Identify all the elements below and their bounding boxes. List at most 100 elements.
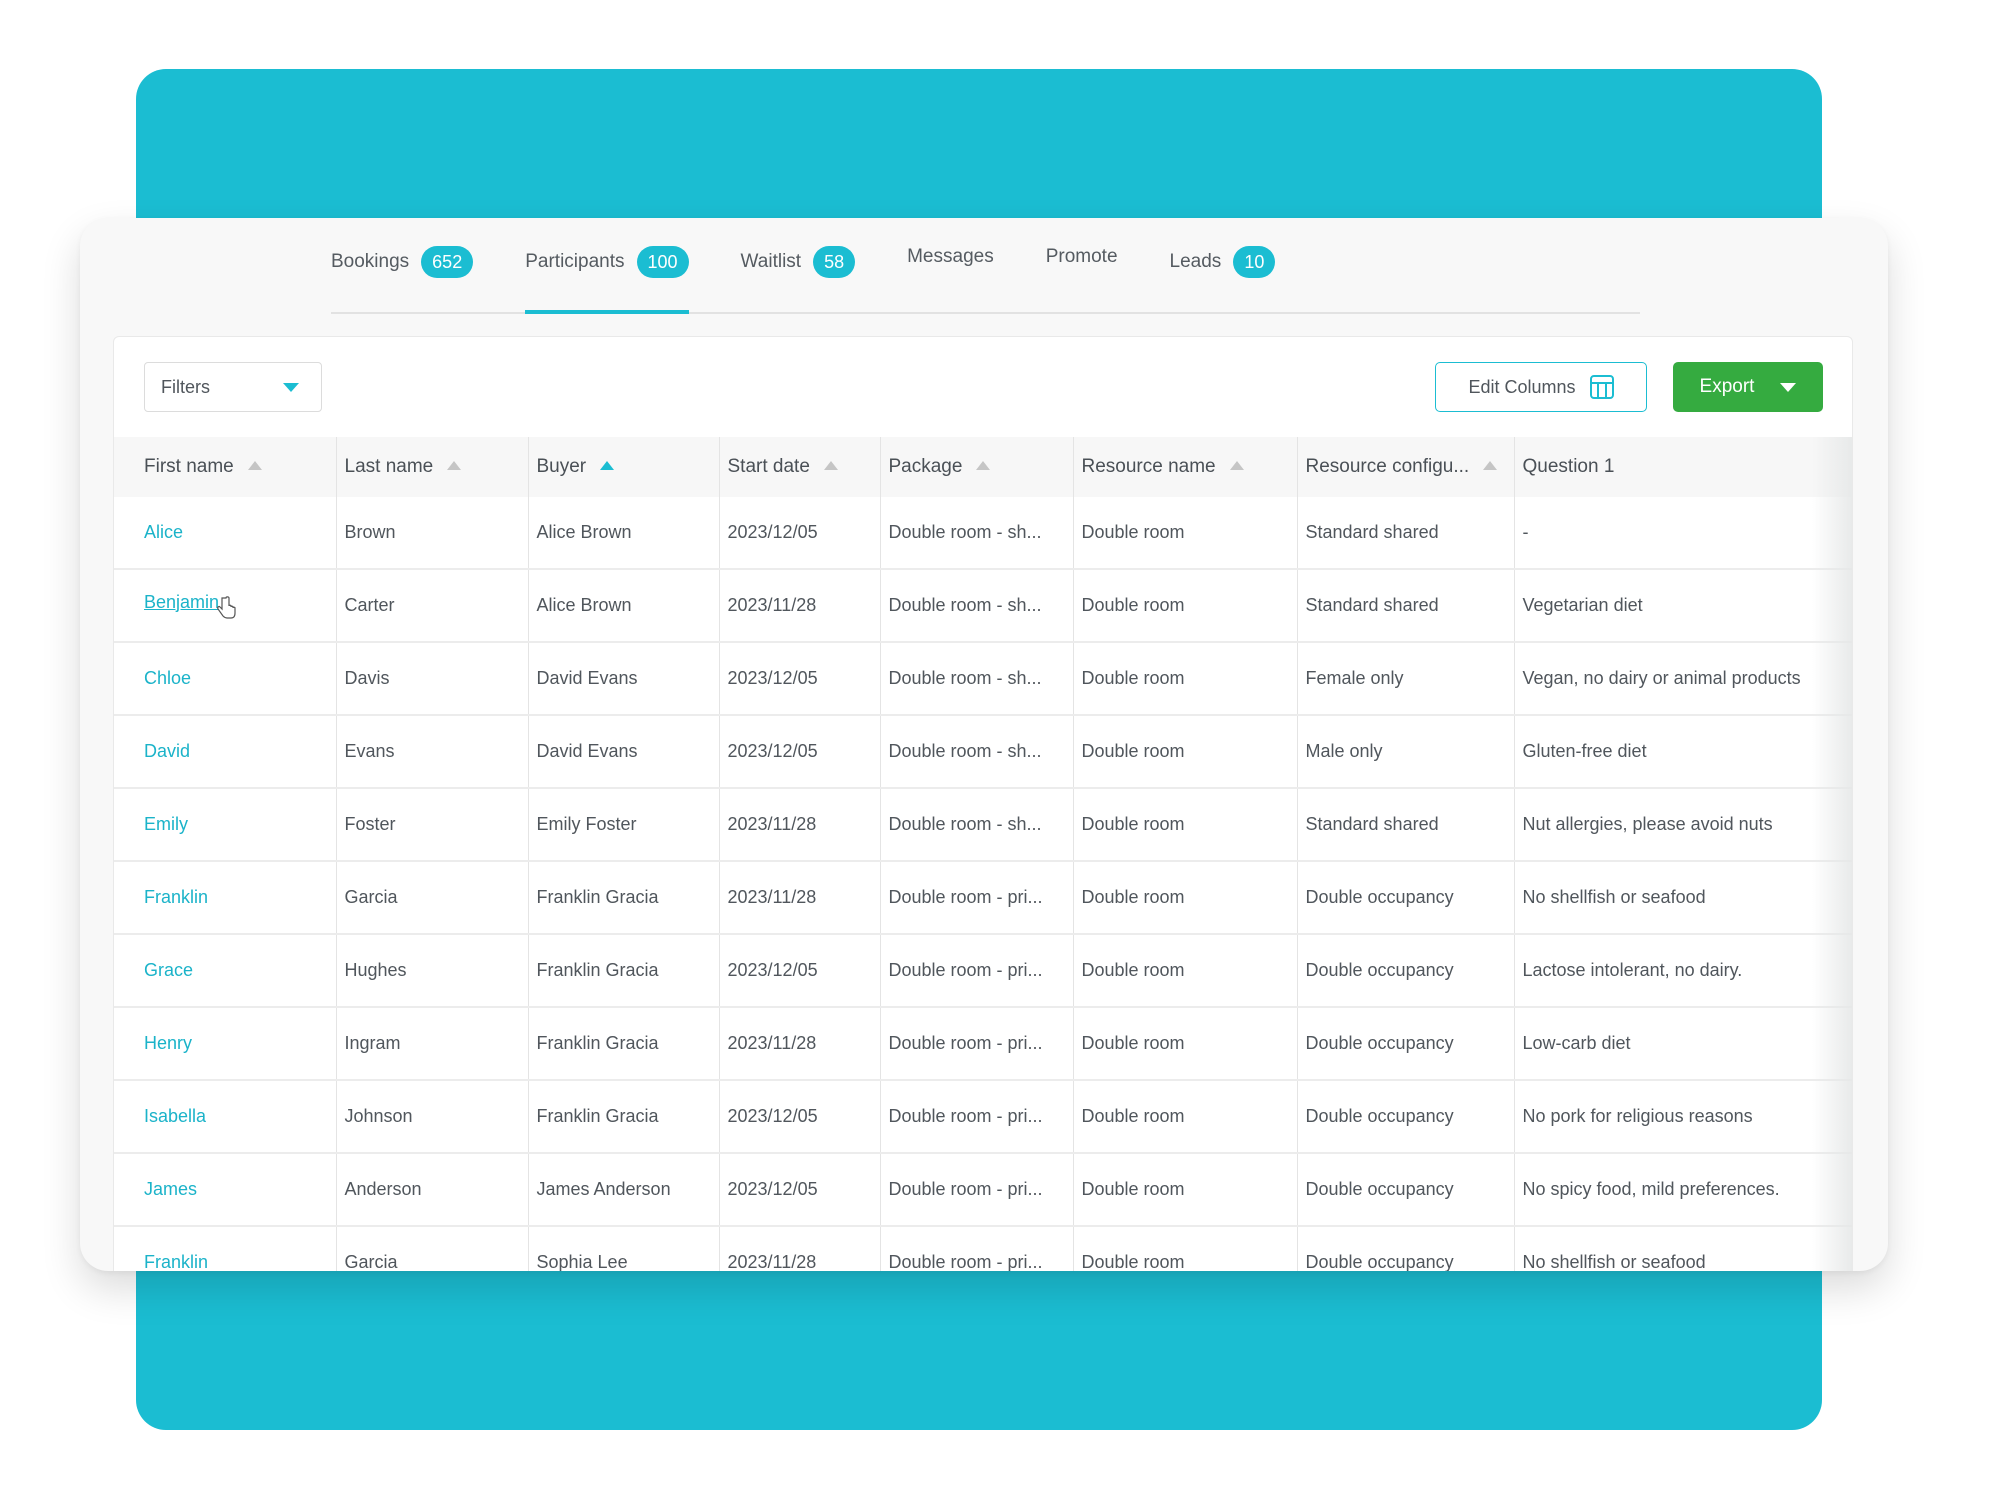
count-badge: 58 — [813, 246, 856, 278]
table-cell: 2023/12/05 — [718, 1152, 880, 1226]
filters-dropdown[interactable]: Filters — [144, 362, 322, 412]
cell-text: Franklin Gracia — [536, 1033, 659, 1053]
cell-text: Vegan, no dairy or animal products — [1522, 668, 1801, 688]
cell-text: Double occupancy — [1305, 1033, 1454, 1053]
tab-promote[interactable]: PromotePromote — [1046, 218, 1118, 312]
tab-bookings[interactable]: Bookings 652Bookings 652 — [331, 218, 474, 312]
cell-text: 2023/11/28 — [727, 887, 817, 907]
cell-text: Garcia — [344, 1252, 398, 1271]
table-cell: Double room — [1072, 714, 1297, 788]
cell-text: 2023/12/05 — [727, 960, 818, 980]
sort-ascending-icon[interactable] — [976, 461, 991, 470]
cell-text: Double room - sh... — [888, 814, 1042, 834]
table-row[interactable]: Grace Hughes Franklin Gracia 2023/12/05 Doub… — [114, 933, 1852, 1007]
table-cell: 2023/11/28 — [718, 787, 880, 861]
cell-text: Standard shared — [1305, 814, 1439, 834]
cell-text: Double room — [1081, 960, 1185, 980]
table-cell: 2023/11/28 — [718, 860, 880, 934]
table-cell: Double room - sh... — [879, 568, 1073, 642]
participant-name-link[interactable]: Alice — [144, 522, 183, 542]
table-cell: Alice Brown — [527, 568, 719, 642]
table-cell: Franklin — [114, 1225, 336, 1271]
participant-name-link[interactable]: Emily — [144, 814, 188, 834]
cell-text: James Anderson — [536, 1179, 671, 1199]
cell-text: Double room - pri... — [888, 887, 1043, 907]
participant-name-link[interactable]: James — [144, 1179, 197, 1199]
sort-ascending-icon[interactable] — [600, 461, 615, 470]
column-header[interactable]: Start date — [718, 437, 880, 497]
table-cell: Johnson — [335, 1079, 528, 1153]
tab-content: Bookings 652 — [331, 246, 474, 278]
export-label: Export — [1699, 376, 1755, 397]
column-header[interactable]: Buyer — [527, 437, 719, 497]
column-header-label: Start date — [727, 456, 810, 477]
table-cell: Double room - pri... — [879, 860, 1073, 934]
participant-name-link[interactable]: Franklin — [144, 887, 208, 907]
table-cell: David — [114, 714, 336, 788]
table-row[interactable]: Franklin Garcia Franklin Gracia 2023/11/28 D… — [114, 860, 1852, 934]
participant-name-link[interactable]: Benjamin — [144, 592, 219, 612]
export-button[interactable]: Export — [1673, 362, 1823, 412]
sort-ascending-icon[interactable] — [823, 461, 838, 470]
table-row[interactable]: David Evans David Evans 2023/12/05 Double ro… — [114, 714, 1852, 788]
table-row[interactable]: Chloe Davis David Evans 2023/12/05 Double ro… — [114, 641, 1852, 715]
tab-bar: Bookings 652Bookings 652 Participants 100Par… — [331, 218, 1640, 314]
count-badge: 100 — [636, 246, 689, 278]
tab-label: Participants — [525, 251, 625, 272]
table-row[interactable]: James Anderson James Anderson 2023/12/05 Dou… — [114, 1152, 1852, 1226]
cell-text: Double room — [1081, 814, 1185, 834]
table-cell: Double room — [1072, 641, 1297, 715]
cell-text: Double room — [1081, 1252, 1185, 1271]
table-cell: Garcia — [335, 1225, 528, 1271]
table-row[interactable]: Benjamin Carter Alice Brown 2023/11/28 Doubl… — [114, 568, 1852, 642]
participant-name-link[interactable]: Henry — [144, 1033, 192, 1053]
sort-ascending-icon[interactable] — [1483, 461, 1498, 470]
cell-text: Lactose intolerant, no dairy. — [1522, 960, 1743, 980]
table-row[interactable]: Henry Ingram Franklin Gracia 2023/11/28 Doub… — [114, 1006, 1852, 1080]
column-header[interactable]: First name — [114, 437, 336, 497]
tab-label: Promote — [1045, 246, 1118, 267]
cell-text: No shellfish or seafood — [1522, 887, 1706, 907]
column-header[interactable]: Package — [879, 437, 1073, 497]
participant-name-link[interactable]: Franklin — [144, 1252, 208, 1271]
participant-name-link[interactable]: Chloe — [144, 668, 191, 688]
column-header[interactable]: Resource configu... — [1296, 437, 1514, 497]
table-cell: 2023/12/05 — [718, 1079, 880, 1153]
cell-text: No pork for religious reasons — [1522, 1106, 1753, 1126]
participant-name-link[interactable]: Grace — [144, 960, 193, 980]
sort-ascending-icon[interactable] — [447, 461, 462, 470]
sort-ascending-icon[interactable] — [247, 461, 262, 470]
cell-text: Franklin Gracia — [536, 887, 659, 907]
tab-participants[interactable]: Participants 100Participants 100 — [525, 218, 689, 314]
sort-ascending-icon[interactable] — [1229, 461, 1244, 470]
tab-content: Leads 10 — [1170, 246, 1276, 278]
cell-text: Franklin Gracia — [536, 1106, 659, 1126]
participant-name-link[interactable]: Isabella — [144, 1106, 206, 1126]
table-row[interactable]: Isabella Johnson Franklin Gracia 2023/12/05… — [114, 1079, 1852, 1153]
cell-text: Female only — [1305, 668, 1404, 688]
tab-content: Participants 100 — [525, 246, 689, 278]
column-header[interactable]: Resource name — [1072, 437, 1297, 497]
cell-text: Double room - pri... — [888, 1033, 1043, 1053]
table-cell: Double room — [1072, 1152, 1297, 1226]
tab-messages[interactable]: MessagesMessages — [907, 218, 994, 312]
table-cell: Davis — [335, 641, 528, 715]
column-header-label: Buyer — [536, 456, 587, 477]
column-header[interactable]: Last name — [335, 437, 528, 497]
cell-text: Standard shared — [1305, 595, 1439, 615]
cell-text: Double room — [1081, 668, 1185, 688]
participant-name-link[interactable]: David — [144, 741, 190, 761]
table-row[interactable]: Emily Foster Emily Foster 2023/11/28 Double … — [114, 787, 1852, 861]
table-row[interactable]: Alice Brown Alice Brown 2023/12/05 Double ro… — [114, 497, 1852, 569]
table-cell: 2023/12/05 — [718, 641, 880, 715]
table-row[interactable]: Franklin Garcia Sophia Lee 2023/11/28 Double… — [114, 1225, 1852, 1271]
cell-text: Double room — [1081, 522, 1185, 542]
tab-leads[interactable]: Leads 10Leads 10 — [1170, 218, 1276, 312]
cell-text: Ingram — [344, 1033, 401, 1053]
count-badge: 10 — [1233, 246, 1276, 278]
cell-text: Sophia Lee — [536, 1252, 628, 1271]
edit-columns-button[interactable]: Edit Columns — [1435, 362, 1647, 412]
count-badge: 652 — [421, 246, 474, 278]
table-cell: Double occupancy — [1296, 1225, 1514, 1271]
tab-waitlist[interactable]: Waitlist 58Waitlist 58 — [741, 218, 856, 312]
